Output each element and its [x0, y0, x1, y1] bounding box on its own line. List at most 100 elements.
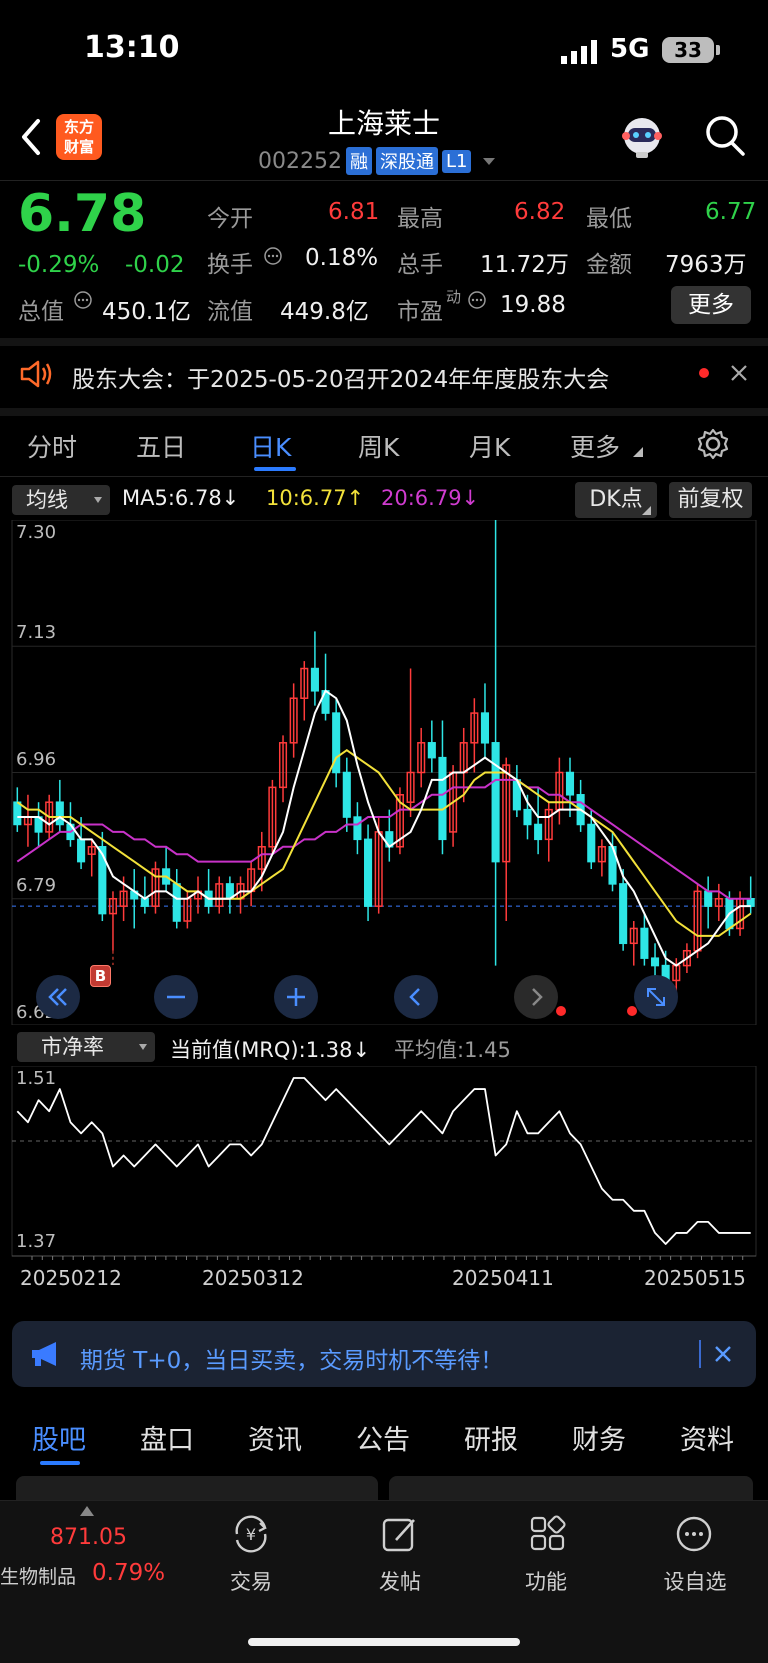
tag-connect: 深股通: [375, 147, 438, 175]
tab-finance[interactable]: 财务: [572, 1418, 626, 1457]
scroll-left-fast-button[interactable]: [36, 975, 80, 1019]
candlestick: [87, 839, 96, 877]
tab-forum[interactable]: 股吧: [32, 1418, 86, 1457]
network-type: 5G: [610, 34, 650, 64]
chevron-down-icon: [483, 157, 496, 165]
candlestick: [225, 876, 234, 914]
ma5-value: MA5:6.78↓: [122, 486, 240, 510]
kline-chart[interactable]: [0, 520, 768, 1025]
more-button[interactable]: 更多: [671, 286, 751, 324]
svg-text:¥: ¥: [246, 1525, 256, 1544]
fullscreen-button[interactable]: [634, 975, 678, 1019]
candle-body: [746, 898, 755, 907]
tab-handicap[interactable]: 盘口: [140, 1418, 194, 1457]
sector-index-value[interactable]: 871.05: [50, 1525, 127, 1550]
tab-research[interactable]: 研报: [464, 1418, 518, 1457]
candlestick: [555, 757, 564, 825]
scroll-left-button[interactable]: [394, 975, 438, 1019]
nav-custom-watchlist[interactable]: 设自选: [650, 1566, 740, 1596]
home-indicator[interactable]: [248, 1638, 520, 1646]
tab-five-day[interactable]: 五日: [136, 428, 186, 464]
chevron-right-icon: [532, 988, 543, 1006]
candle-body: [491, 742, 500, 863]
candle-body: [438, 756, 447, 841]
candlestick: [162, 846, 171, 892]
tab-announcements[interactable]: 公告: [356, 1418, 410, 1457]
search-icon[interactable]: [704, 114, 746, 158]
info-icon[interactable]: [467, 290, 487, 310]
indicator-selector[interactable]: 市净率: [17, 1032, 155, 1062]
trade-icon[interactable]: ¥: [229, 1512, 273, 1556]
candlestick: [193, 876, 203, 914]
candle-body: [587, 823, 596, 863]
scroll-right-button[interactable]: [514, 975, 558, 1019]
gear-icon[interactable]: [696, 427, 730, 461]
sector-change: 0.79%: [92, 1560, 166, 1586]
chevron-left-icon: [409, 988, 420, 1006]
tab-monthly-k[interactable]: 月K: [469, 428, 510, 464]
tab-intraday[interactable]: 分时: [27, 428, 77, 464]
candle-body: [77, 838, 86, 863]
stock-code-row[interactable]: 002252 融 深股通 L1: [258, 147, 496, 175]
more-dots-icon[interactable]: [672, 1512, 716, 1556]
unread-dot: [699, 368, 709, 378]
tab-news[interactable]: 资讯: [248, 1418, 302, 1457]
tab-more[interactable]: 更多: [570, 428, 620, 464]
notice-text[interactable]: 股东大会：于2025-05-20召开2024年年度股东大会: [72, 360, 609, 394]
candlestick: [364, 824, 373, 922]
nav-functions[interactable]: 功能: [501, 1566, 591, 1596]
y-tick-label: 7.30: [16, 522, 57, 543]
x-tick-label: 20250212: [20, 1266, 122, 1290]
double-chevron-left-icon: [48, 988, 67, 1006]
info-icon[interactable]: [263, 246, 283, 266]
sector-name[interactable]: 生物制品: [0, 1562, 76, 1589]
candlestick: [417, 727, 426, 788]
candle-body: [310, 667, 319, 692]
corner-caret-icon: [633, 447, 643, 457]
change-pct: -0.29%: [18, 252, 100, 278]
pb-chart[interactable]: [0, 1066, 768, 1300]
candlestick: [130, 869, 139, 929]
expand-icon: [647, 988, 665, 1006]
candle-body: [55, 801, 64, 826]
section-gap: [0, 338, 768, 346]
tab-daily-k[interactable]: 日K: [250, 428, 291, 464]
battery-icon: 33: [662, 37, 714, 63]
event-dot: [627, 1006, 637, 1016]
grid-icon[interactable]: [526, 1512, 570, 1556]
pe-value: 19.88: [500, 292, 566, 318]
zoom-out-button[interactable]: [154, 975, 198, 1019]
adjust-button[interactable]: 前复权: [669, 482, 752, 518]
tab-profile[interactable]: 资料: [680, 1418, 734, 1457]
candlestick: [268, 779, 277, 855]
post-icon[interactable]: [378, 1512, 422, 1556]
change-amount: -0.02: [125, 252, 185, 278]
candlestick: [597, 839, 606, 877]
candle-body: [364, 838, 373, 907]
candlestick: [215, 876, 224, 914]
close-icon[interactable]: [730, 364, 748, 382]
ma-selector[interactable]: 均线: [12, 485, 110, 515]
candlestick: [321, 653, 330, 721]
candlestick: [310, 631, 319, 706]
open-value: 6.81: [328, 199, 380, 225]
info-icon[interactable]: [73, 290, 93, 310]
candlestick: [406, 668, 415, 818]
robot-assistant-icon[interactable]: [618, 114, 666, 160]
close-icon[interactable]: [714, 1345, 732, 1363]
volume-label: 总手: [397, 252, 443, 278]
amount-label: 金额: [586, 252, 632, 278]
tag-margin: 融: [345, 147, 372, 175]
event-dot: [556, 1006, 566, 1016]
candlestick: [502, 757, 511, 922]
zoom-in-button[interactable]: [274, 975, 318, 1019]
tab-weekly-k[interactable]: 周K: [358, 428, 399, 464]
nav-trade[interactable]: 交易: [206, 1566, 296, 1596]
buy-marker[interactable]: B: [90, 965, 111, 987]
turnover-value: 0.18%: [305, 245, 379, 271]
candlestick: [108, 891, 118, 951]
candle-body: [704, 890, 713, 907]
candle-body: [619, 883, 628, 945]
nav-post[interactable]: 发帖: [355, 1566, 445, 1596]
candlestick: [236, 876, 245, 914]
